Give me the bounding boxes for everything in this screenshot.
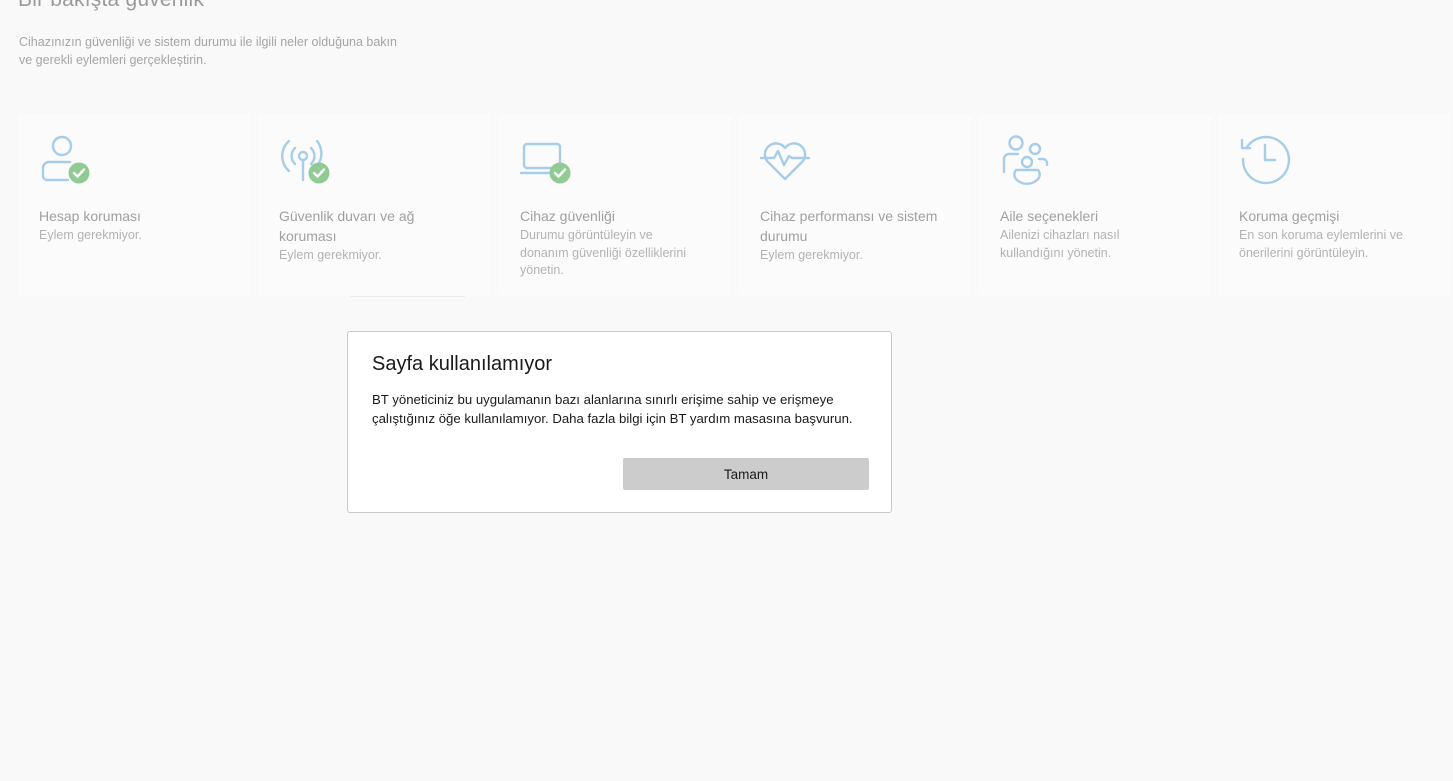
card-device-security[interactable]: Cihaz güvenliği Durumu görüntüleyin ve d… <box>499 114 731 296</box>
card-title: Aile seçenekleri <box>1000 208 1099 224</box>
device-security-icon <box>519 132 575 188</box>
card-title: Koruma geçmişi <box>1239 208 1340 224</box>
card-description: Eylem gerekmiyor. <box>760 248 863 262</box>
firewall-network-icon <box>278 132 334 188</box>
card-title: Güvenlik duvarı ve ağ koruması <box>279 208 415 244</box>
card-title: Cihaz güvenliği <box>520 208 615 224</box>
card-protection-history[interactable]: Koruma geçmişi En son koruma eylemlerini… <box>1218 114 1450 296</box>
family-icon <box>999 132 1055 188</box>
card-device-performance[interactable]: Cihaz performansı ve sistem durumu Eylem… <box>739 114 971 296</box>
history-icon <box>1238 132 1294 188</box>
card-description: Eylem gerekmiyor. <box>279 248 382 262</box>
dialog-message: BT yöneticiniz bu uygulamanın bazı alanl… <box>372 392 853 426</box>
card-description: En son koruma eylemlerini ve önerilerini… <box>1239 228 1403 260</box>
card-account-protection[interactable]: Hesap koruması Eylem gerekmiyor. <box>18 114 250 296</box>
card-description: Eylem gerekmiyor. <box>39 228 142 242</box>
page-title: Bir bakışta güvenlik <box>18 0 204 12</box>
account-protection-icon <box>38 132 94 188</box>
dialog-title: Sayfa kullanılamıyor <box>372 353 553 375</box>
ok-button[interactable]: Tamam <box>623 458 869 490</box>
page-unavailable-dialog: Sayfa kullanılamıyor BT yöneticiniz bu u… <box>347 331 892 513</box>
divider <box>350 296 465 297</box>
security-cards: Hesap koruması Eylem gerekmiyor. Güvenli… <box>18 114 1453 298</box>
page-subtitle: Cihazınızın güvenliği ve sistem durumu i… <box>19 35 397 67</box>
windows-security-page: Bir bakışta güvenlik Cihazınızın güvenli… <box>0 0 1453 781</box>
card-firewall-network[interactable]: Güvenlik duvarı ve ağ koruması Eylem ger… <box>258 114 490 296</box>
card-title: Hesap koruması <box>39 208 141 224</box>
card-description: Durumu görüntüleyin ve donanım güvenliği… <box>520 228 687 277</box>
card-title: Cihaz performansı ve sistem durumu <box>760 208 938 244</box>
card-family-options[interactable]: Aile seçenekleri Ailenizi cihazları nası… <box>979 114 1211 296</box>
heart-pulse-icon <box>759 132 815 188</box>
card-description: Ailenizi cihazları nasıl kullandığını yö… <box>1000 228 1120 260</box>
